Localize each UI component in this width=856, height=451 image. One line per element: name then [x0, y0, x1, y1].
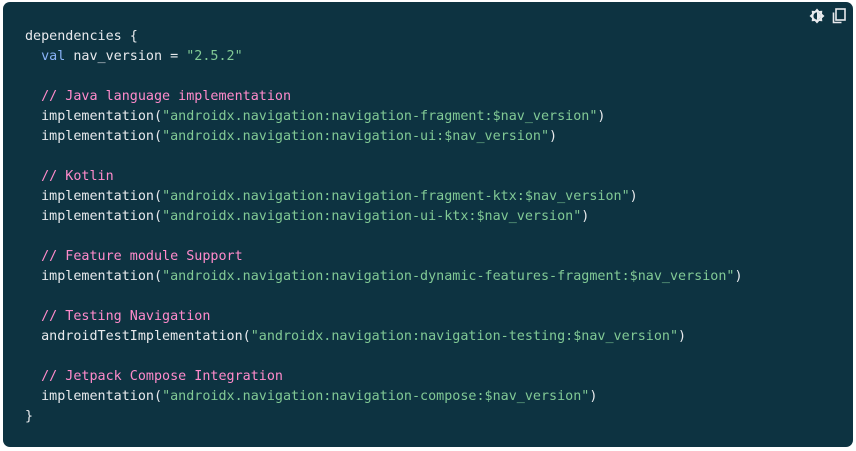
code-text: ) — [734, 269, 743, 284]
function-call: implementation( — [41, 389, 163, 404]
string-literal: "androidx.navigation:navigation-ui:$nav_… — [162, 129, 550, 144]
keyword: val — [41, 49, 66, 64]
comment: // Kotlin — [41, 169, 114, 184]
code-text: dependencies { — [25, 29, 138, 44]
comment: // Java language implementation — [41, 89, 292, 104]
code-line: // Jetpack Compose Integration — [25, 367, 743, 387]
code-text: } — [25, 409, 34, 424]
code-toolbar — [808, 7, 848, 25]
comment: // Testing Navigation — [41, 309, 211, 324]
code-line: // Testing Navigation — [25, 307, 743, 327]
code-text: ) — [678, 329, 687, 344]
string-literal: "androidx.navigation:navigation-fragment… — [162, 189, 630, 204]
brightness-icon — [809, 8, 825, 24]
string-literal: "androidx.navigation:navigation-testing:… — [250, 329, 679, 344]
code-block: dependencies { val nav_version = "2.5.2"… — [3, 2, 853, 447]
code-text: ) — [629, 189, 638, 204]
copy-button[interactable] — [830, 7, 848, 25]
code-text: nav_version = — [65, 49, 187, 64]
function-call: implementation( — [41, 109, 163, 124]
comment: // Feature module Support — [41, 249, 243, 264]
function-call: implementation( — [41, 209, 163, 224]
code-line: implementation("androidx.navigation:navi… — [25, 207, 743, 227]
code-content: dependencies { val nav_version = "2.5.2"… — [25, 27, 743, 427]
code-line: implementation("androidx.navigation:navi… — [25, 127, 743, 147]
code-line: implementation("androidx.navigation:navi… — [25, 267, 743, 287]
function-call: implementation( — [41, 129, 163, 144]
code-line: androidTestImplementation("androidx.navi… — [25, 327, 743, 347]
code-line: // Kotlin — [25, 167, 743, 187]
string-literal: "2.5.2" — [186, 49, 243, 64]
code-line: implementation("androidx.navigation:navi… — [25, 187, 743, 207]
comment: // Jetpack Compose Integration — [41, 369, 283, 384]
string-literal: "androidx.navigation:navigation-dynamic-… — [162, 269, 735, 284]
theme-toggle-button[interactable] — [808, 7, 826, 25]
function-call: implementation( — [41, 189, 163, 204]
function-call: androidTestImplementation( — [41, 329, 251, 344]
code-line: val nav_version = "2.5.2" — [25, 47, 743, 67]
string-literal: "androidx.navigation:navigation-compose:… — [162, 389, 590, 404]
string-literal: "androidx.navigation:navigation-ui-ktx:$… — [162, 209, 582, 224]
code-line: dependencies { — [25, 27, 743, 47]
code-text: ) — [597, 109, 606, 124]
code-line: implementation("androidx.navigation:navi… — [25, 387, 743, 407]
code-text: ) — [589, 389, 598, 404]
copy-icon — [831, 8, 847, 24]
function-call: implementation( — [41, 269, 163, 284]
code-line: // Java language implementation — [25, 87, 743, 107]
code-line: // Feature module Support — [25, 247, 743, 267]
string-literal: "androidx.navigation:navigation-fragment… — [162, 109, 598, 124]
code-text: ) — [549, 129, 558, 144]
code-line: implementation("androidx.navigation:navi… — [25, 107, 743, 127]
code-text: ) — [581, 209, 590, 224]
code-line: } — [25, 407, 743, 427]
